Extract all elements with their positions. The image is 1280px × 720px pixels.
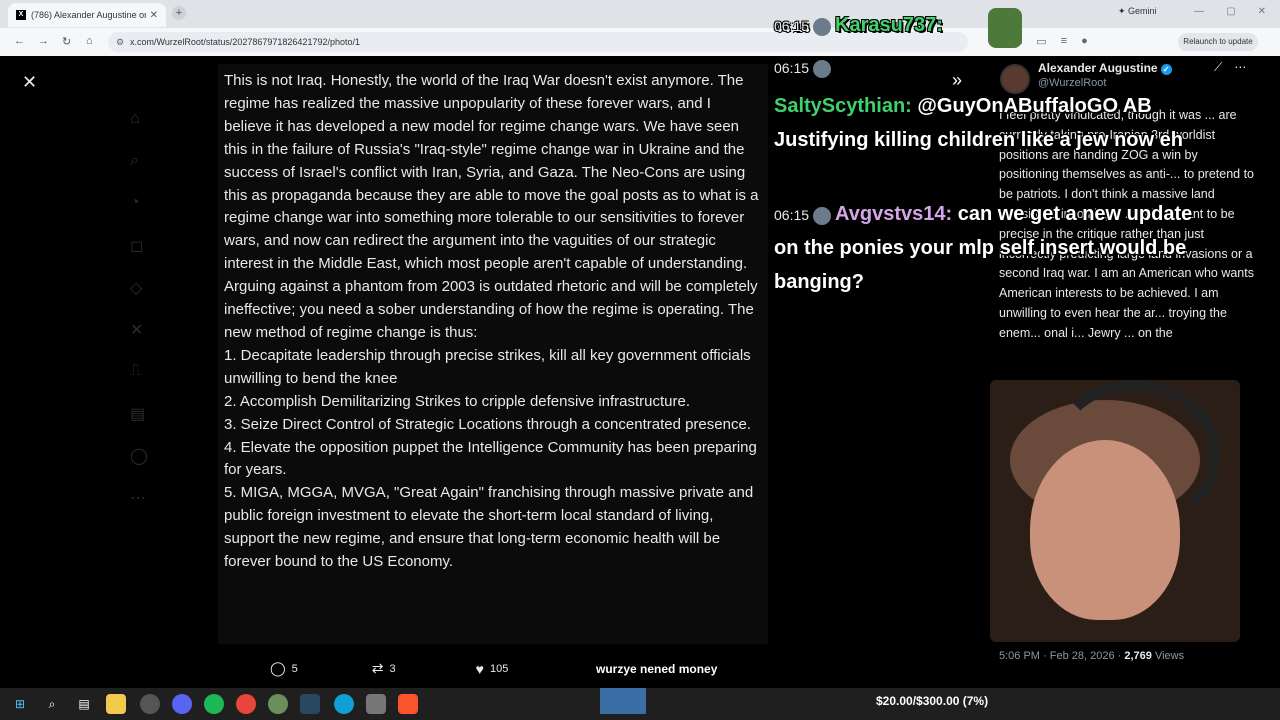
user-badge-icon (813, 17, 832, 36)
author-handle[interactable]: @WurzelRoot (1038, 77, 1106, 89)
close-photo-icon[interactable]: ✕ (22, 72, 37, 93)
article-list-item: 3. Seize Direct Control of Strategic Loc… (224, 415, 751, 433)
restore-icon[interactable]: ▢ (1226, 6, 1235, 17)
chat-line-time: 06:15 (774, 60, 835, 78)
chrome-icon[interactable] (236, 694, 256, 714)
minimize-icon[interactable]: — (1194, 6, 1204, 17)
repost-button[interactable]: ⇄ 3 (372, 660, 396, 677)
like-button[interactable]: ♥ 105 (476, 661, 509, 677)
home-icon[interactable]: ⌂ (86, 35, 93, 47)
home-nav-icon: ⌂ (130, 110, 140, 127)
obs-icon[interactable] (140, 694, 160, 714)
webcam-overlay (990, 380, 1240, 642)
like-count: 105 (489, 662, 509, 675)
x-logo-icon: X (16, 10, 26, 20)
close-window-icon[interactable]: ✕ (1258, 6, 1266, 17)
repost-count: 3 (389, 662, 396, 675)
notifications-nav-icon: ◔ (130, 194, 140, 211)
active-window-indicator[interactable] (600, 688, 646, 714)
discord-icon[interactable] (172, 694, 192, 714)
repost-icon: ⇄ (371, 660, 384, 676)
headset-icon (1050, 380, 1220, 530)
expand-chevron-icon[interactable]: » (952, 70, 962, 91)
app-icon[interactable] (366, 694, 386, 714)
spotify-icon[interactable] (204, 694, 224, 714)
more-options-icon[interactable]: ⋯ (1234, 60, 1246, 75)
tweet-actions: ◯ 5 ⇄ 3 ♥ 105 (270, 660, 508, 677)
chat-nav-icon: ◻ (130, 238, 144, 255)
article-list-item: 1. Decapitate leadership through precise… (224, 346, 751, 387)
task-view-icon[interactable]: ▤ (74, 694, 94, 714)
tweet-timestamp: 5:06 PM · Feb 28, 2026 · 2,769 Views (999, 650, 1185, 662)
frog-emote-icon (988, 8, 1022, 48)
bookmarks-nav-icon: ⎍ (130, 362, 142, 379)
profile-nav-icon: ◯ (130, 448, 148, 465)
window-controls: — ▢ ✕ (1194, 6, 1266, 17)
back-icon[interactable]: ← (14, 35, 25, 47)
browser-tab-bar: X (786) Alexander Augustine on X ✕ + ✦ G… (0, 0, 1280, 28)
stream-overlay-label: wurzye nened money (596, 662, 718, 676)
article-list-item: 4. Elevate the opposition puppet the Int… (224, 438, 757, 479)
user-badge-icon (813, 60, 832, 78)
site-info-icon[interactable]: ⚙ (116, 32, 124, 52)
reply-icon: ◯ (270, 660, 286, 676)
relaunch-button[interactable]: Relaunch to update (1178, 33, 1258, 51)
author-name[interactable]: Alexander Augustine ✓ (1038, 61, 1172, 75)
articles-nav-icon: ▤ (130, 406, 146, 423)
forward-icon[interactable]: → (38, 35, 49, 47)
explore-nav-icon: ⌕ (130, 152, 139, 169)
reply-count: 5 (291, 662, 298, 675)
reply-button[interactable]: ◯ 5 (270, 660, 298, 677)
panel-icons: ⟋ ⋯ (1214, 60, 1246, 75)
app-icon[interactable] (268, 694, 288, 714)
reload-icon[interactable]: ↻ (62, 35, 71, 48)
article-list-item: 2. Accomplish Demilitarizing Strikes to … (224, 392, 691, 410)
new-tab-button[interactable]: + (172, 6, 186, 20)
chat-line: 06:15 Karasu737: (774, 14, 943, 36)
sidepanel-icon[interactable]: ▭ (1036, 35, 1046, 48)
more-nav-icon: ⋯ (130, 490, 146, 507)
donation-goal: $20.00/$300.00 (7%) (876, 694, 989, 708)
tab-title: (786) Alexander Augustine on X (31, 10, 146, 20)
chat-line: SaltyScythian: @GuyOnABuffaloGO AB Justi… (774, 95, 1183, 151)
menu-icon[interactable]: ≡ (1061, 35, 1067, 48)
profile-icon[interactable]: ● (1081, 35, 1088, 48)
article-list-item: 5. MIGA, MGGA, MVGA, "Great Again" franc… (224, 484, 754, 571)
chat-line: 06:15 Avgvstvs14: can we get a new update… (774, 203, 1193, 293)
steam-icon[interactable] (300, 694, 320, 714)
browser-tab[interactable]: X (786) Alexander Augustine on X ✕ (8, 3, 166, 27)
search-icon[interactable]: ⌕ (42, 694, 62, 714)
premium-nav-icon: ✕ (130, 322, 144, 339)
heart-icon: ♥ (475, 660, 484, 677)
tab-close-icon[interactable]: ✕ (150, 10, 158, 21)
windows-start-icon[interactable]: ⊞ (10, 694, 30, 714)
grok-icon[interactable]: ⟋ (1214, 60, 1222, 75)
edge-icon[interactable] (334, 694, 354, 714)
url-text: x.com/WurzelRoot/status/2027867971826421… (130, 37, 360, 47)
tweet-image-text: This is not Iraq. Honestly, the world of… (218, 64, 768, 644)
brave-icon[interactable] (398, 694, 418, 714)
grok-nav-icon: ◇ (130, 280, 143, 297)
background-nav: ⌂ ⌕ ◔ ◻ ◇ ✕ ⎍ ▤ ◯ ⋯ (130, 110, 148, 530)
article-paragraph: This is not Iraq. Honestly, the world of… (224, 72, 759, 341)
verified-badge-icon: ✓ (1160, 64, 1172, 75)
file-explorer-icon[interactable] (106, 694, 126, 714)
address-bar: ← → ↻ ⌂ ⚙ x.com/WurzelRoot/status/202786… (0, 28, 1280, 56)
gemini-button[interactable]: ✦ Gemini (1118, 6, 1157, 17)
user-badge-icon (813, 206, 832, 225)
